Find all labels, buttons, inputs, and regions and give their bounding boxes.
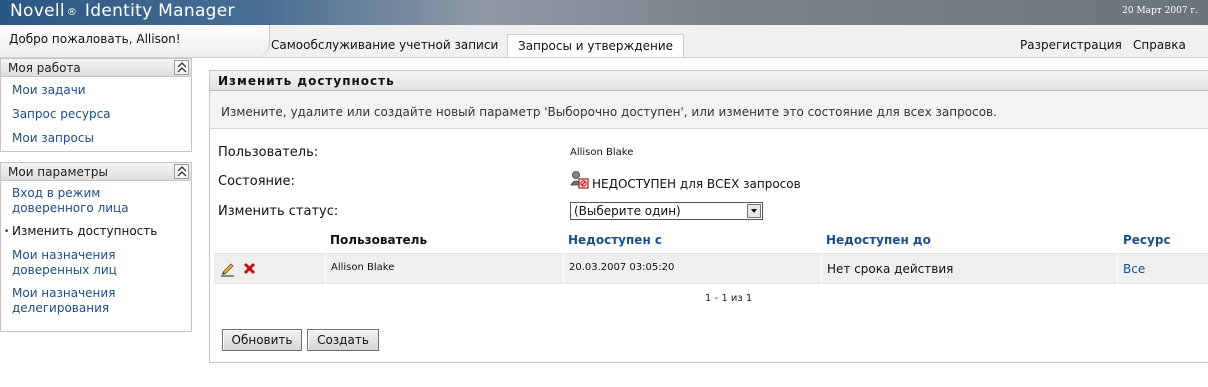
description-text: Измените, удалите или создайте новый пар…	[221, 105, 997, 119]
welcome-text: Добро пожаловать, Allison!	[9, 32, 181, 46]
help-link[interactable]: Справка	[1133, 38, 1186, 52]
app-banner: Novell ® Identity Manager 20 Март 2007 г.	[0, 0, 1208, 25]
row-unavailable-to: Нет срока действия	[827, 262, 954, 276]
column-divider	[821, 253, 822, 284]
panel-header: Изменить доступность	[210, 71, 1208, 91]
sidebar-item-my-tasks[interactable]: Мои задачи	[12, 83, 86, 98]
chevron-up-icon	[177, 166, 187, 177]
sidebar-my-work-title: Моя работа	[8, 61, 81, 75]
description-box: Измените, удалите или создайте новый пар…	[210, 91, 1208, 129]
state-label: Состояние:	[218, 174, 295, 189]
header-bar: Добро пожаловать, Allison! Самообслужива…	[0, 25, 1208, 58]
user-label: Пользователь:	[218, 145, 319, 160]
row-user: Allison Blake	[331, 262, 395, 273]
current-date: 20 Март 2007 г.	[1122, 6, 1198, 16]
refresh-button[interactable]: Обновить	[222, 329, 302, 351]
state-value: НЕДОСТУПЕН для ВСЕХ запросов	[592, 177, 801, 191]
trademark-symbol: ®	[66, 7, 78, 18]
collapse-my-work-button[interactable]	[174, 60, 189, 75]
row-resource-link[interactable]: Все	[1123, 262, 1145, 276]
app-title: Novell ® Identity Manager	[10, 1, 235, 21]
delete-x-icon	[243, 262, 256, 275]
column-header-unavailable-to[interactable]: Недоступен до	[826, 233, 931, 247]
sidebar-my-settings: Мои параметры Вход в режим доверенного л…	[0, 162, 192, 332]
row-unavailable-from: 20.03.2007 03:05:20	[569, 262, 675, 273]
user-value: Allison Blake	[570, 147, 634, 158]
sidebar-item-edit-availability[interactable]: Изменить доступность	[12, 224, 157, 239]
sidebar-item-my-requests[interactable]: Мои запросы	[12, 131, 94, 146]
product-name: Identity Manager	[84, 1, 235, 21]
tab-account-self-service[interactable]: Самообслуживание учетной записи	[261, 34, 508, 57]
column-header-resource[interactable]: Ресурс	[1123, 233, 1171, 247]
column-header-user: Пользователь	[330, 233, 428, 247]
welcome-box: Добро пожаловать, Allison!	[0, 25, 270, 57]
create-button[interactable]: Создать	[307, 329, 379, 351]
column-divider	[1117, 253, 1118, 284]
tab-requests-approvals[interactable]: Запросы и утверждение	[507, 34, 685, 57]
sidebar-item-proxy-mode[interactable]: Вход в режим доверенного лица	[12, 186, 182, 216]
change-status-selected: (Выберите один)	[574, 204, 681, 218]
brand-name: Novell	[10, 1, 65, 21]
sidebar-item-delegate-assignments[interactable]: Мои назначения делегирования	[12, 286, 182, 316]
change-status-select[interactable]: (Выберите один)	[570, 202, 763, 220]
edit-button[interactable]	[220, 261, 236, 277]
pagination-text: 1 - 1 из 1	[705, 293, 753, 304]
current-item-bullet: •	[4, 227, 10, 237]
chevron-up-icon	[177, 62, 187, 73]
column-divider	[325, 253, 326, 284]
sidebar-item-request-resource[interactable]: Запрос ресурса	[12, 107, 111, 122]
column-divider	[563, 253, 564, 284]
edit-availability-panel: Изменить доступность Измените, удалите и…	[209, 70, 1208, 363]
change-status-label: Изменить статус:	[218, 204, 339, 219]
collapse-my-settings-button[interactable]	[174, 164, 189, 179]
sidebar-item-proxy-assignments[interactable]: Мои назначения доверенных лиц	[12, 248, 187, 278]
sidebar-my-settings-title: Мои параметры	[8, 165, 108, 179]
delete-button[interactable]	[242, 261, 258, 277]
column-header-unavailable-from[interactable]: Недоступен с	[568, 233, 662, 247]
unavailable-user-icon	[570, 171, 589, 189]
pencil-icon	[221, 263, 234, 277]
sidebar-my-settings-header: Мои параметры	[1, 163, 191, 181]
sidebar-my-work-header: Моя работа	[1, 59, 191, 77]
sidebar-my-work: Моя работа Мои задачи Запрос ресурса Мои…	[0, 58, 192, 152]
logout-link[interactable]: Разрегистрация	[1020, 38, 1122, 52]
dropdown-arrow-icon	[747, 204, 761, 218]
page-title: Изменить доступность	[218, 74, 395, 88]
